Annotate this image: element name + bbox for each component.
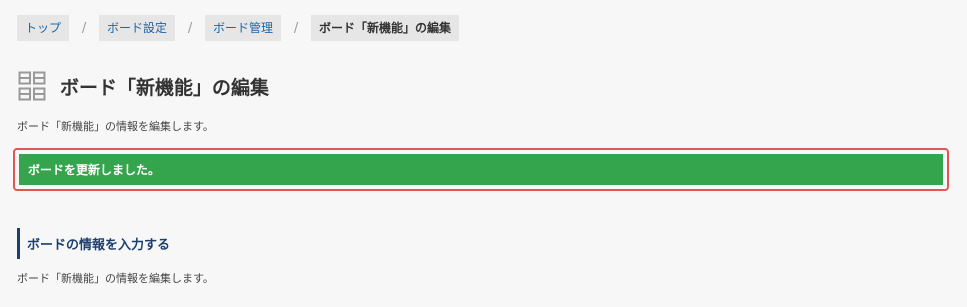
breadcrumb: トップ / ボード設定 / ボード管理 / ボード「新機能」の編集 <box>17 15 460 41</box>
breadcrumb-separator: / <box>81 20 87 36</box>
breadcrumb-item-board-settings[interactable]: ボード設定 <box>99 15 176 41</box>
breadcrumb-separator: / <box>187 20 193 36</box>
board-grid-icon <box>18 71 46 101</box>
success-alert: ボードを更新しました。 <box>19 154 943 185</box>
section-heading: ボードの情報を入力する <box>17 227 170 259</box>
page-title: ボード「新機能」の編集 <box>60 76 270 99</box>
page-header: ボード「新機能」の編集 <box>18 70 269 102</box>
page-description: ボード「新機能」の情報を編集します。 <box>17 120 214 133</box>
breadcrumb-separator: / <box>293 20 299 36</box>
section-description: ボード「新機能」の情報を編集します。 <box>17 272 214 285</box>
page: トップ / ボード設定 / ボード管理 / ボード「新機能」の編集 ボード「新機… <box>0 0 967 307</box>
breadcrumb-item-current: ボード「新機能」の編集 <box>311 15 460 41</box>
breadcrumb-item-top[interactable]: トップ <box>17 15 70 41</box>
alert-message: ボードを更新しました。 <box>28 163 161 177</box>
breadcrumb-item-board-management[interactable]: ボード管理 <box>205 15 282 41</box>
alert-highlight: ボードを更新しました。 <box>13 148 949 191</box>
